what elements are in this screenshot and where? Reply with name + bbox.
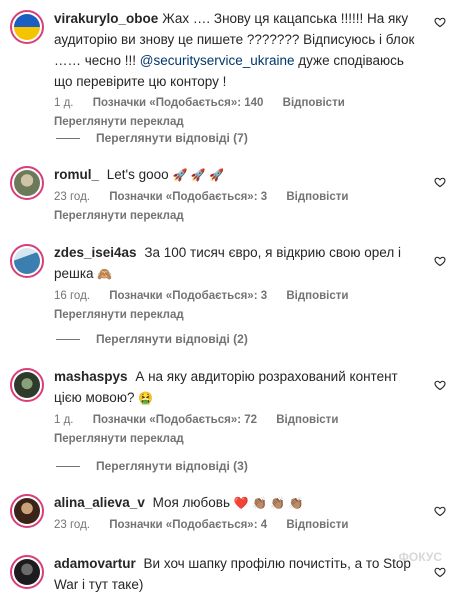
comment-username[interactable]: adamovartur bbox=[54, 556, 136, 571]
avatar[interactable] bbox=[10, 10, 44, 44]
like-heart-icon[interactable] bbox=[434, 176, 446, 188]
comment-text: mashaspys А на яку авдиторію розраховани… bbox=[54, 366, 418, 409]
comment-username[interactable]: zdes_isei4as bbox=[54, 245, 137, 260]
avatar[interactable] bbox=[10, 244, 44, 278]
likes-count[interactable]: Позначки «Подобається»: 3 bbox=[109, 191, 267, 203]
avatar[interactable] bbox=[10, 368, 44, 402]
comment-text: alina_alieva_v Моя любовь ❤️ 👏🏽 👏🏽 👏🏽 bbox=[54, 492, 418, 514]
comment-username[interactable]: mashaspys bbox=[54, 369, 128, 384]
like-heart-icon[interactable] bbox=[434, 16, 446, 28]
like-heart-icon[interactable] bbox=[434, 379, 446, 391]
likes-count[interactable]: Позначки «Подобається»: 3 bbox=[109, 290, 267, 302]
avatar[interactable] bbox=[10, 166, 44, 200]
view-replies-button[interactable]: Переглянути відповіді (2) bbox=[56, 332, 248, 346]
replies-divider bbox=[56, 465, 80, 467]
likes-count[interactable]: Позначки «Подобається»: 72 bbox=[93, 414, 257, 426]
comment-meta: 1 д. Позначки «Подобається»: 140 Відпові… bbox=[54, 97, 418, 113]
likes-count[interactable]: Позначки «Подобається»: 140 bbox=[93, 97, 264, 109]
comment-username[interactable]: virakurylo_oboe bbox=[54, 11, 158, 26]
comment-meta: 23 год. Позначки «Подобається»: 4 Відпов… bbox=[54, 519, 418, 535]
reply-button[interactable]: Відповісти bbox=[286, 290, 348, 302]
comment-meta: 1 д. Позначки «Подобається»: 72 Відповіс… bbox=[54, 414, 418, 430]
mention-link[interactable]: @securityservice_ukraine bbox=[140, 53, 295, 68]
comment-time[interactable]: 16 год. bbox=[54, 290, 90, 302]
likes-count[interactable]: Позначки «Подобається»: 4 bbox=[109, 519, 267, 531]
avatar[interactable] bbox=[10, 555, 44, 589]
vomiting-face-icon: 🤮 bbox=[138, 391, 154, 405]
see-translation-button[interactable]: Переглянути переклад bbox=[54, 116, 418, 128]
replies-divider bbox=[56, 137, 80, 139]
heart-clap-icon: ❤️ 👏🏽 👏🏽 👏🏽 bbox=[233, 496, 304, 510]
comment-meta: 16 год. Позначки «Подобається»: 3 Відпов… bbox=[54, 290, 418, 306]
comment-time[interactable]: 23 год. bbox=[54, 519, 90, 531]
reply-button[interactable]: Відповісти bbox=[286, 191, 348, 203]
comment-username[interactable]: alina_alieva_v bbox=[54, 495, 145, 510]
see-translation-button[interactable]: Переглянути переклад bbox=[54, 210, 418, 222]
comment-username[interactable]: romul_ bbox=[54, 167, 99, 182]
comment-time[interactable]: 1 д. bbox=[54, 414, 74, 426]
like-heart-icon[interactable] bbox=[434, 255, 446, 267]
comment-meta: 23 год. Позначки «Подобається»: 3 Відпов… bbox=[54, 191, 418, 207]
reply-button[interactable]: Відповісти bbox=[283, 97, 345, 109]
see-translation-button[interactable]: Переглянути переклад bbox=[54, 433, 418, 445]
comment-time[interactable]: 23 год. bbox=[54, 191, 90, 203]
reply-button[interactable]: Відповісти bbox=[276, 414, 338, 426]
replies-divider bbox=[56, 338, 80, 340]
view-replies-button[interactable]: Переглянути відповіді (7) bbox=[56, 131, 248, 145]
comment-text: virakurylo_oboe Жах …. Знову ця кацапська… bbox=[54, 11, 415, 89]
comment-text: romul_ Let's gooo 🚀 🚀 🚀 bbox=[54, 164, 418, 186]
watermark: ФОКУС bbox=[398, 550, 442, 564]
see-translation-button[interactable]: Переглянути переклад bbox=[54, 309, 418, 321]
avatar[interactable] bbox=[10, 494, 44, 528]
like-heart-icon[interactable] bbox=[434, 566, 446, 578]
view-replies-button[interactable]: Переглянути відповіді (3) bbox=[56, 459, 248, 473]
reply-button[interactable]: Відповісти bbox=[286, 519, 348, 531]
comment-text: adamovartur Ви хоч шапку профілю почисті… bbox=[54, 556, 411, 592]
see-no-evil-monkey-icon: 🙈 bbox=[97, 267, 113, 281]
comment-text: zdes_isei4as За 100 тисяч євро, я відкри… bbox=[54, 242, 418, 285]
rocket-icon: 🚀 🚀 🚀 bbox=[172, 168, 224, 182]
like-heart-icon[interactable] bbox=[434, 505, 446, 517]
comment-time[interactable]: 1 д. bbox=[54, 97, 74, 109]
